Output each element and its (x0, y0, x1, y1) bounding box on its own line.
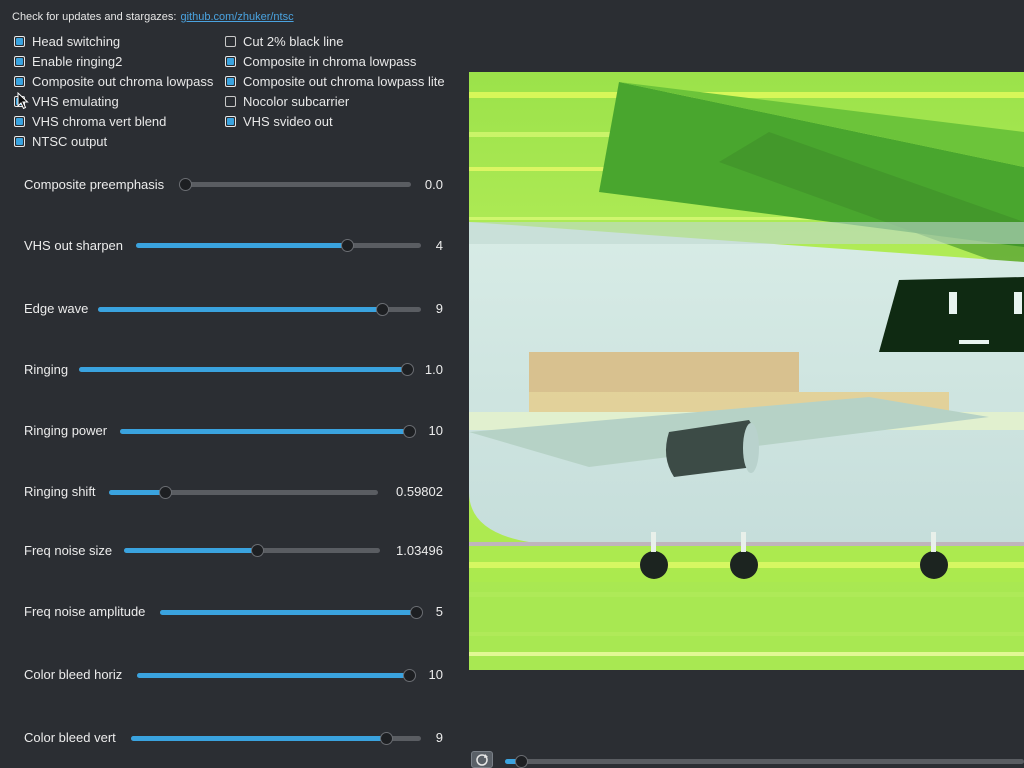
slider-label-ringing: Ringing (24, 362, 69, 377)
checkbox-label: Nocolor subcarrier (243, 93, 350, 109)
checkbox-composite-out-chroma-lowpass-lite[interactable]: Composite out chroma lowpass lite (225, 71, 445, 91)
slider-value-edge-wave: 9 (435, 301, 443, 316)
update-notice-text: Check for updates and stargazes: (12, 11, 177, 23)
checkbox-composite-in-chroma-lowpass[interactable]: Composite in chroma lowpass (225, 51, 416, 71)
slider-value-ringing-power: 10 (428, 423, 443, 438)
checkbox-ntsc-output[interactable]: NTSC output (14, 131, 107, 151)
checkbox-box[interactable] (225, 75, 236, 87)
slider-value-ringing-shift: 0.59802 (396, 484, 443, 499)
slider-fill (120, 429, 409, 434)
checkbox-label: VHS chroma vert blend (32, 113, 167, 129)
slider-fill (136, 243, 347, 248)
slider-label-ringing-power: Ringing power (24, 423, 108, 438)
update-notice: Check for updates and stargazes: github.c… (12, 11, 294, 23)
ntsc-preview-frame (469, 72, 1024, 670)
slider-label-ringing-shift: Ringing shift (24, 484, 96, 499)
github-link[interactable]: github.com/zhuker/ntsc (180, 11, 293, 23)
slider-value-vhs-out-sharpen: 4 (435, 238, 443, 253)
slider-ringing[interactable] (79, 363, 414, 376)
checkbox-box[interactable] (14, 135, 25, 147)
checkbox-label: Composite in chroma lowpass (243, 53, 417, 69)
slider-value-color-bleed-horiz: 10 (428, 667, 443, 682)
slider-value-composite-preemphasis: 0.0 (424, 177, 443, 192)
checkbox-enable-ringing2[interactable]: Enable ringing2 (14, 51, 122, 71)
slider-freq-noise-size[interactable] (124, 544, 380, 557)
checkbox-box[interactable] (14, 55, 25, 67)
checkbox-label: NTSC output (32, 133, 108, 149)
preview-image (469, 72, 1024, 670)
slider-knob[interactable] (159, 486, 172, 499)
slider-label-color-bleed-horiz: Color bleed horiz (24, 667, 123, 682)
slider-value-freq-noise-size: 1.03496 (396, 543, 443, 558)
slider-fill (98, 307, 382, 312)
checkbox-label: Composite out chroma lowpass lite (243, 73, 445, 89)
checkbox-box[interactable] (225, 35, 236, 47)
slider-fill (79, 367, 407, 372)
mouse-cursor-icon (17, 92, 29, 110)
slider-knob[interactable] (251, 544, 264, 557)
slider-label-edge-wave: Edge wave (24, 301, 89, 316)
checkbox-box[interactable] (14, 35, 25, 47)
checkbox-box[interactable] (14, 115, 25, 127)
refresh-button[interactable] (471, 751, 493, 768)
slider-color-bleed-horiz[interactable] (137, 669, 416, 682)
checkbox-label: VHS svideo out (243, 113, 333, 129)
frame-slider-knob[interactable] (515, 755, 528, 768)
checkbox-box[interactable] (225, 55, 236, 67)
slider-knob[interactable] (179, 178, 192, 191)
frame-slider[interactable] (505, 755, 1024, 768)
checkbox-box[interactable] (225, 95, 236, 107)
app-window: Check for updates and stargazes: github.c… (0, 0, 1024, 768)
checkbox-head-switching[interactable]: Head switching (14, 31, 120, 51)
checkbox-label: VHS emulating (32, 93, 119, 109)
slider-ringing-shift[interactable] (109, 486, 378, 499)
checkbox-box[interactable] (14, 75, 25, 87)
slider-label-freq-noise-amplitude: Freq noise amplitude (24, 604, 146, 619)
slider-label-freq-noise-size: Freq noise size (24, 543, 113, 558)
slider-value-ringing: 1.0 (424, 362, 443, 377)
checkbox-label: Enable ringing2 (32, 53, 123, 69)
slider-label-vhs-out-sharpen: VHS out sharpen (24, 238, 124, 253)
checkbox-label: Composite out chroma lowpass (32, 73, 214, 89)
slider-fill (131, 736, 386, 741)
slider-value-freq-noise-amplitude: 5 (435, 604, 443, 619)
slider-fill (137, 673, 409, 678)
slider-value-color-bleed-vert: 9 (435, 730, 443, 745)
slider-knob[interactable] (341, 239, 354, 252)
checkbox-label: Head switching (32, 33, 121, 49)
checkbox-vhs-svideo-out[interactable]: VHS svideo out (225, 111, 333, 131)
checkbox-nocolor-subcarrier[interactable]: Nocolor subcarrier (225, 91, 349, 111)
slider-label-composite-preemphasis: Composite preemphasis (24, 177, 165, 192)
slider-label-color-bleed-vert: Color bleed vert (24, 730, 116, 745)
checkbox-box[interactable] (225, 115, 236, 127)
checkbox-vhs-chroma-vert-blend[interactable]: VHS chroma vert blend (14, 111, 166, 131)
slider-ringing-power[interactable] (120, 425, 416, 438)
checkbox-cut-black-line[interactable]: Cut 2% black line (225, 31, 343, 51)
slider-fill (124, 548, 257, 553)
slider-fill (109, 490, 165, 495)
checkbox-composite-out-chroma-lowpass[interactable]: Composite out chroma lowpass (14, 71, 213, 91)
checkbox-label: Cut 2% black line (243, 33, 344, 49)
refresh-icon (476, 754, 488, 766)
